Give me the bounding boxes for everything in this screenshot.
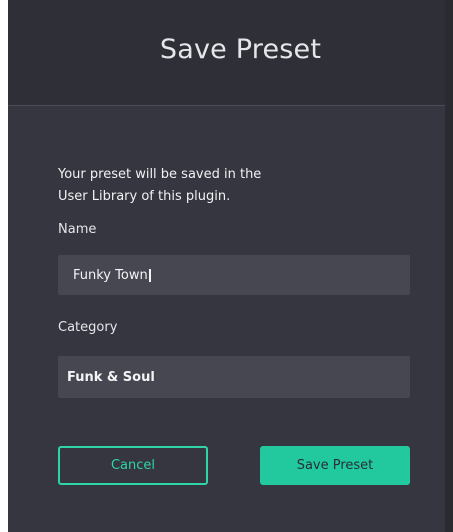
category-label: Category [58, 320, 118, 335]
save-preset-button-label: Save Preset [296, 458, 374, 473]
cancel-button[interactable]: Cancel [58, 446, 208, 485]
name-label: Name [58, 222, 97, 237]
name-input[interactable]: Funky Town [58, 255, 410, 295]
save-preset-dialog: Save Preset Your preset will be saved in… [8, 0, 453, 532]
text-cursor [148, 268, 151, 282]
save-preset-button[interactable]: Save Preset [260, 446, 410, 485]
dialog-header: Save Preset [8, 0, 445, 106]
description-line-2: User Library of this plugin. [58, 189, 231, 204]
dialog-description: Your preset will be saved in the User Li… [58, 164, 398, 208]
description-line-1: Your preset will be saved in the [58, 167, 262, 182]
name-input-value: Funky Town [73, 267, 148, 283]
category-select[interactable]: Funk & Soul [58, 356, 410, 398]
category-select-value: Funk & Soul [67, 369, 155, 385]
cancel-button-label: Cancel [110, 458, 156, 473]
dialog-title: Save Preset [159, 34, 322, 65]
